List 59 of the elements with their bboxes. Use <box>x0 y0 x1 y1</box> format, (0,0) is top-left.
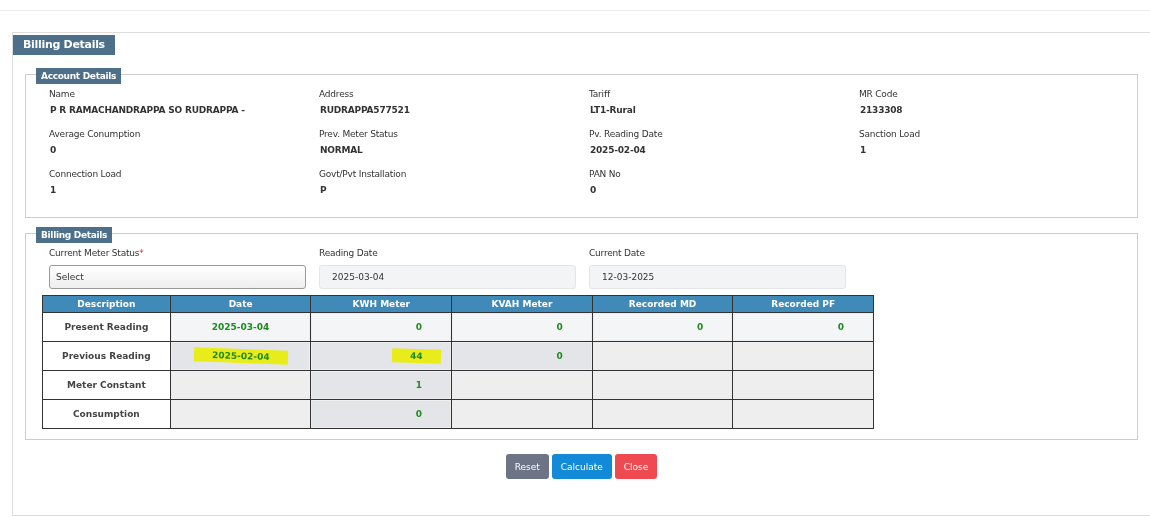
action-button[interactable]: Reset <box>505 454 549 479</box>
field-label: Connection Load <box>49 169 123 179</box>
field-value: 0 <box>589 185 598 195</box>
field-label: PAN No <box>589 169 622 179</box>
cell-value: 0 <box>555 321 564 334</box>
field-label: Current Meter Status* <box>49 248 145 258</box>
cell-value: 2025-03-04 <box>210 321 271 334</box>
column-header: KVAH Meter <box>451 295 593 313</box>
date-field[interactable]: 2025-03-04 <box>319 265 576 289</box>
row-label: Consumption <box>42 399 171 429</box>
meter-status-dropdown[interactable]: Select <box>49 265 306 289</box>
action-button[interactable]: Calculate <box>551 454 612 479</box>
cell-value: 0 <box>414 408 424 421</box>
field-value: LT1-Rural <box>589 105 637 115</box>
column-header: Recorded MD <box>592 295 733 313</box>
reading-input[interactable]: 0 <box>593 314 732 340</box>
field-label: Tariff <box>589 89 612 99</box>
field-value: 0 <box>49 145 58 155</box>
section-title: Billing Details <box>36 227 113 243</box>
reading-input[interactable]: 0 <box>312 314 451 340</box>
column-header: Description <box>42 295 171 313</box>
row-label: Present Reading <box>42 312 171 342</box>
reading-input[interactable]: 2025-03-04 <box>171 314 310 340</box>
field-label: Name <box>49 89 76 99</box>
cell-value: 0 <box>414 321 424 334</box>
field-value: 1 <box>49 185 58 195</box>
field-value: P R RAMACHANDRAPPA SO RUDRAPPA - <box>49 105 246 115</box>
highlighted-value: 2025-02-04 <box>193 347 288 365</box>
column-header: KWH Meter <box>311 295 452 313</box>
field-value: NORMAL <box>319 145 364 155</box>
field-value: P <box>319 185 328 195</box>
highlighted-value: 44 <box>391 348 441 364</box>
row-label: Meter Constant <box>42 370 171 400</box>
reading-input[interactable]: 0 <box>734 314 872 340</box>
field-label: Address <box>319 89 355 99</box>
field-value: 2133308 <box>859 105 904 115</box>
field-value: 1 <box>859 145 868 155</box>
field-label: Pv. Reading Date <box>589 129 664 139</box>
column-header: Date <box>170 295 311 313</box>
action-button[interactable]: Close <box>614 454 658 479</box>
field-label: Govt/Pvt Installation <box>319 169 408 179</box>
cell-value: 0 <box>836 321 845 334</box>
cell-value: 1 <box>414 379 424 392</box>
column-header: Recorded PF <box>732 295 874 313</box>
field-label: Current Date <box>589 248 646 258</box>
field-label: MR Code <box>859 89 899 99</box>
field-label: Prev. Meter Status <box>319 129 399 139</box>
field-value: 2025-02-04 <box>589 145 647 155</box>
cell-value: 0 <box>696 321 705 334</box>
panel-title: Billing Details <box>13 35 115 55</box>
field-label: Reading Date <box>319 248 379 258</box>
row-label: Previous Reading <box>42 341 171 371</box>
field-value: RUDRAPPA577521 <box>319 105 411 115</box>
cell-value: 0 <box>555 350 564 363</box>
date-field[interactable]: 12-03-2025 <box>589 265 846 289</box>
reading-input[interactable]: 0 <box>453 314 591 340</box>
field-label: Average Conumption <box>49 129 142 139</box>
field-label: Sanction Load <box>859 129 921 139</box>
section-title: Account Details <box>36 68 122 84</box>
